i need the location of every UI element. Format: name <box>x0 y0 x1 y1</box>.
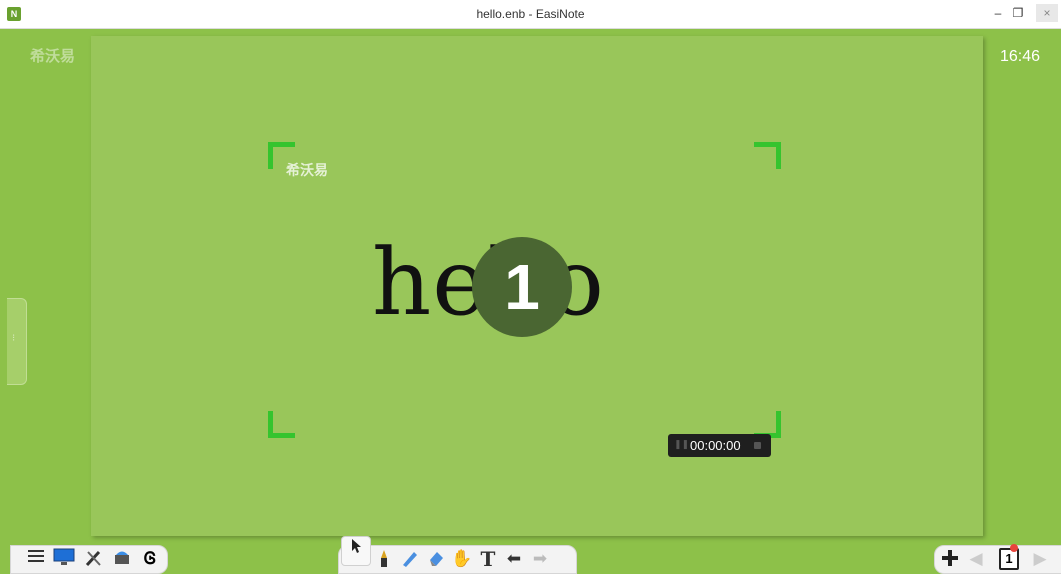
logo-watermark: 希沃易 <box>30 48 76 65</box>
screen-icon[interactable] <box>53 548 75 570</box>
text-icon[interactable]: T <box>477 548 499 570</box>
minimize-button[interactable]: – <box>990 4 1006 22</box>
pause-icon[interactable]: ❚❚ <box>674 439 689 450</box>
frame-corner-bottom-left <box>268 411 295 438</box>
title-bar: N hello.enb - EasiNote – ❐ × <box>0 0 1061 29</box>
restore-button[interactable]: ❐ <box>1010 4 1026 22</box>
timer-value: 00:00:00 <box>690 438 741 453</box>
side-panel-handle[interactable]: ⁝ <box>7 298 27 385</box>
eraser-icon[interactable] <box>425 548 447 570</box>
close-button[interactable]: × <box>1036 4 1058 22</box>
center-toolbar: ✋ T ⬅ ➡ <box>338 545 577 574</box>
left-toolbar: Ꮆ <box>10 545 168 574</box>
redo-icon[interactable]: ➡ <box>529 548 551 570</box>
prev-page-icon[interactable]: ◀ <box>965 548 987 570</box>
window-title: hello.enb - EasiNote <box>476 7 585 21</box>
select-icon[interactable] <box>341 536 371 566</box>
frame-corner-top-right <box>754 142 781 169</box>
grip-icon: ⁝ <box>12 333 16 344</box>
countdown-circle: 1 <box>472 237 572 337</box>
clock: 16:46 <box>1000 48 1041 65</box>
cloud-icon[interactable] <box>111 548 133 570</box>
menu-icon[interactable] <box>25 548 47 570</box>
tools-icon[interactable] <box>83 548 105 570</box>
right-toolbar: ◀ ▶ <box>934 545 1061 574</box>
next-page-icon[interactable]: ▶ <box>1029 548 1051 570</box>
page-count-badge <box>1010 544 1018 552</box>
add-page-icon[interactable] <box>939 548 961 570</box>
undo-icon[interactable]: ⬅ <box>503 548 525 570</box>
hand-icon[interactable]: ✋ <box>451 548 473 570</box>
recording-timer: ❚❚ 00:00:00 <box>668 434 771 457</box>
pen-icon[interactable] <box>373 548 395 570</box>
recording-logo: 希沃易 <box>286 162 328 178</box>
brush-icon[interactable] <box>399 548 421 570</box>
text-recognition-icon[interactable]: Ꮆ <box>139 548 161 570</box>
stop-icon[interactable] <box>754 442 761 449</box>
